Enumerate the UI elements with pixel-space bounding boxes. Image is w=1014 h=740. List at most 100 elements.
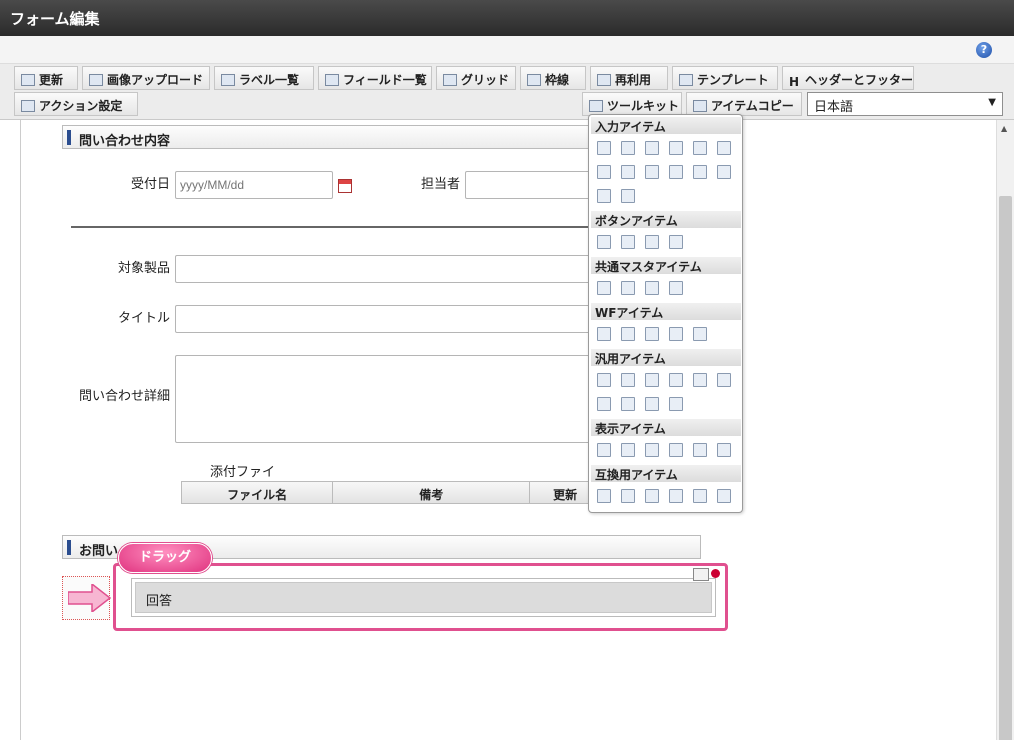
formula-icon[interactable]	[669, 141, 683, 155]
product-input[interactable]	[175, 255, 595, 283]
text-box-alt-icon[interactable]	[621, 141, 635, 155]
col-remarks: 備考	[333, 482, 531, 503]
calendar-icon[interactable]	[669, 397, 683, 411]
border-button[interactable]: 枠線	[520, 66, 586, 90]
button-return-icon[interactable]	[669, 235, 683, 249]
drag-arrow-icon	[68, 584, 112, 612]
rectangle-icon[interactable]	[669, 443, 683, 457]
palette-group-compat: 互換用アイテム	[591, 465, 741, 482]
table-icon[interactable]	[621, 189, 635, 203]
answer-label: 回答	[135, 582, 712, 613]
toolkit-button[interactable]: ツールキット	[582, 92, 682, 116]
card-icon[interactable]	[621, 397, 635, 411]
image-upload-icon	[89, 74, 103, 86]
col-filename: ファイル名	[182, 482, 334, 503]
pulldown-icon[interactable]	[693, 165, 707, 179]
number-icon[interactable]	[645, 141, 659, 155]
stamp-icon[interactable]	[693, 327, 707, 341]
template-icon	[679, 74, 693, 86]
action-icon	[21, 100, 35, 112]
palette-group-general: 汎用アイテム	[591, 349, 741, 366]
checkbox-icon[interactable]	[645, 165, 659, 179]
label-item-icon[interactable]	[597, 443, 611, 457]
palette-group-display: 表示アイテム	[591, 419, 741, 436]
text-icon[interactable]	[717, 443, 731, 457]
drag-callout: ドラッグ	[118, 543, 212, 573]
help-icon[interactable]: ?	[976, 42, 992, 58]
import-icon[interactable]	[693, 373, 707, 387]
template-button[interactable]: テンプレート	[672, 66, 778, 90]
grid-button[interactable]: グリッド	[436, 66, 516, 90]
title-input[interactable]	[175, 305, 595, 333]
window-title: フォーム編集	[0, 0, 1014, 36]
export-icon[interactable]	[717, 373, 731, 387]
upload-icon[interactable]	[597, 189, 611, 203]
picture-icon[interactable]	[693, 443, 707, 457]
button-next-icon[interactable]	[621, 235, 635, 249]
product-label: 対象製品	[117, 261, 170, 276]
date-range-icon[interactable]	[717, 141, 731, 155]
header-footer-button[interactable]: H ヘッダーとフッター	[782, 66, 914, 90]
action-settings-button[interactable]: アクション設定	[14, 92, 138, 116]
field-list-icon	[325, 74, 339, 86]
attachment-icon[interactable]	[621, 327, 635, 341]
answer-field[interactable]: 回答	[131, 578, 716, 617]
scroll-thumb[interactable]	[999, 196, 1012, 740]
compat-checkbox-icon[interactable]	[645, 489, 659, 503]
vline-icon[interactable]	[645, 443, 659, 457]
hline-icon[interactable]	[621, 443, 635, 457]
image-upload-button[interactable]: 画像アップロード	[82, 66, 210, 90]
reuse-button[interactable]: 再利用	[590, 66, 668, 90]
detail-textarea[interactable]	[175, 355, 595, 443]
image-icon[interactable]	[645, 327, 659, 341]
grid-icon	[443, 74, 457, 86]
update-button[interactable]: 更新	[14, 66, 78, 90]
assignee-input[interactable]	[465, 171, 595, 199]
item-copy-button[interactable]: アイテムコピー	[686, 92, 802, 116]
document-icon[interactable]	[621, 373, 635, 387]
public-group-icon[interactable]	[669, 281, 683, 295]
remove-item-icon[interactable]	[711, 569, 720, 578]
compat-select-icon[interactable]	[597, 489, 611, 503]
tree-icon[interactable]	[645, 397, 659, 411]
attachment-table-header: ファイル名 備考 更新	[181, 481, 601, 504]
process-history-icon[interactable]	[669, 327, 683, 341]
reuse-icon	[597, 74, 611, 86]
key-icon[interactable]	[669, 373, 683, 387]
border-icon	[527, 74, 541, 86]
button-back-icon[interactable]	[645, 235, 659, 249]
vertical-scrollbar[interactable]: ▲	[996, 120, 1014, 740]
role-icon[interactable]	[645, 281, 659, 295]
calendar-icon[interactable]	[338, 179, 352, 193]
radio-icon[interactable]	[669, 165, 683, 179]
language-select[interactable]: 日本語 ▼	[807, 92, 1003, 116]
text-box-icon[interactable]	[597, 141, 611, 155]
panel-icon[interactable]	[597, 397, 611, 411]
divider-icon[interactable]	[597, 373, 611, 387]
palette-group-input: 入力アイテム	[591, 117, 741, 134]
clipboard-icon[interactable]	[597, 327, 611, 341]
detail-label: 問い合わせ詳細	[78, 389, 170, 404]
camera-icon[interactable]	[645, 373, 659, 387]
compat-pulldown-icon[interactable]	[693, 489, 707, 503]
field-list-button[interactable]: フィールド一覧	[318, 66, 432, 90]
organization-icon[interactable]	[621, 281, 635, 295]
listbox-icon[interactable]	[717, 165, 731, 179]
label-list-button[interactable]: ラベル一覧	[214, 66, 314, 90]
compat-radio-icon[interactable]	[669, 489, 683, 503]
user-icon[interactable]	[597, 281, 611, 295]
toolkit-palette: 入力アイテム ボタンアイテム 共通マスタアイテム WFアイテム 汎用アイテム 表…	[588, 114, 743, 513]
list-icon[interactable]	[621, 165, 635, 179]
scroll-up-icon[interactable]: ▲	[1001, 124, 1007, 133]
reception-date-input[interactable]	[175, 171, 333, 199]
button-check-icon[interactable]	[597, 235, 611, 249]
grid-handle-icon[interactable]	[693, 568, 709, 581]
compat-listbox-icon[interactable]	[717, 489, 731, 503]
section-inquiry-header: 問い合わせ内容	[62, 125, 602, 149]
date-icon[interactable]	[693, 141, 707, 155]
help-bar: ?	[0, 36, 1014, 64]
select-icon[interactable]	[597, 165, 611, 179]
toolkit-icon	[589, 100, 603, 112]
refresh-icon	[21, 74, 35, 86]
compat-list-icon[interactable]	[621, 489, 635, 503]
